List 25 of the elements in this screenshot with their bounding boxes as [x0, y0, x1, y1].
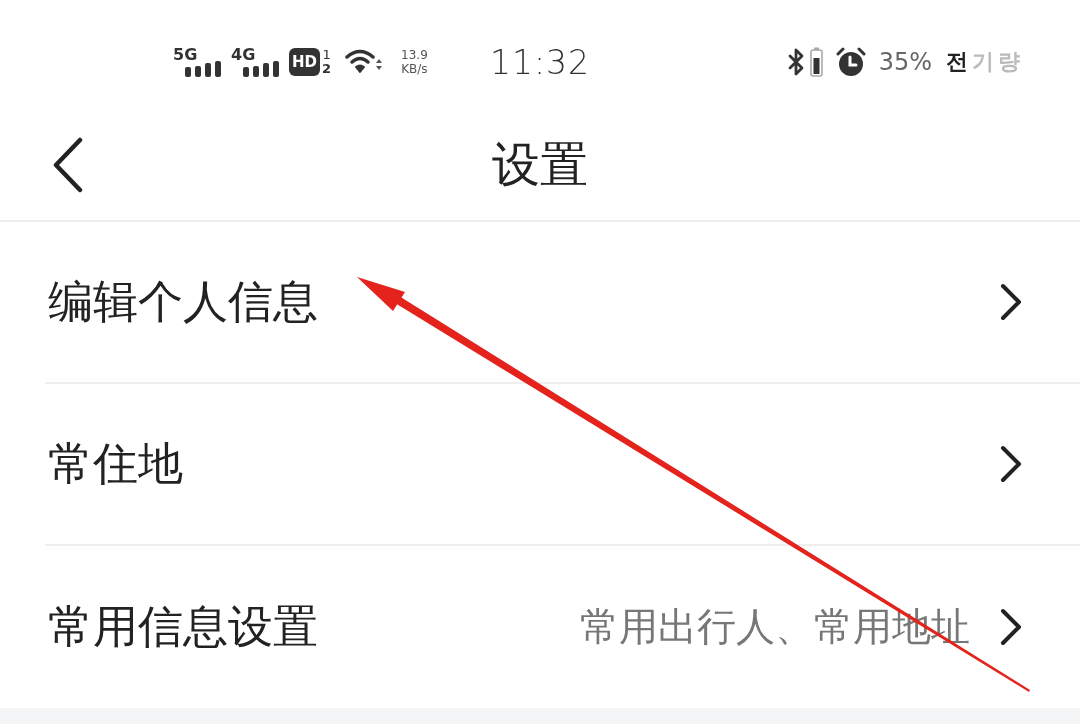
page-title: 设置 [492, 135, 588, 194]
battery-label-char: 기 [972, 48, 994, 76]
chevron-right-icon [1000, 445, 1022, 483]
alarm-clock-icon [834, 47, 867, 77]
speed-unit: KB/s [401, 62, 428, 76]
back-chevron-icon [52, 137, 84, 193]
battery-percent: 35% [878, 48, 932, 76]
battery-label-char: 전 [946, 48, 968, 76]
setting-label: 编辑个人信息 [48, 274, 318, 330]
bluetooth-icon [787, 48, 804, 76]
battery-label-char: 량 [998, 48, 1020, 76]
chevron-right-icon [1000, 283, 1022, 321]
chevron-right-icon [1000, 608, 1022, 646]
network-speed: 13.9 [401, 48, 428, 62]
signal-bars-icon [185, 61, 223, 77]
setting-label: 常住地 [48, 436, 183, 492]
signal-bars-icon [243, 61, 281, 77]
network-type-label: 5G [173, 47, 198, 63]
setting-label: 常用信息设置 [48, 599, 318, 655]
sim-number: 2 [322, 62, 332, 76]
network-type-label: 4G [231, 47, 256, 63]
clock-time: 11:32 [489, 42, 591, 82]
sim-number: 1 [322, 48, 331, 62]
battery-icon [809, 47, 823, 77]
hd-badge: HD [289, 48, 320, 76]
